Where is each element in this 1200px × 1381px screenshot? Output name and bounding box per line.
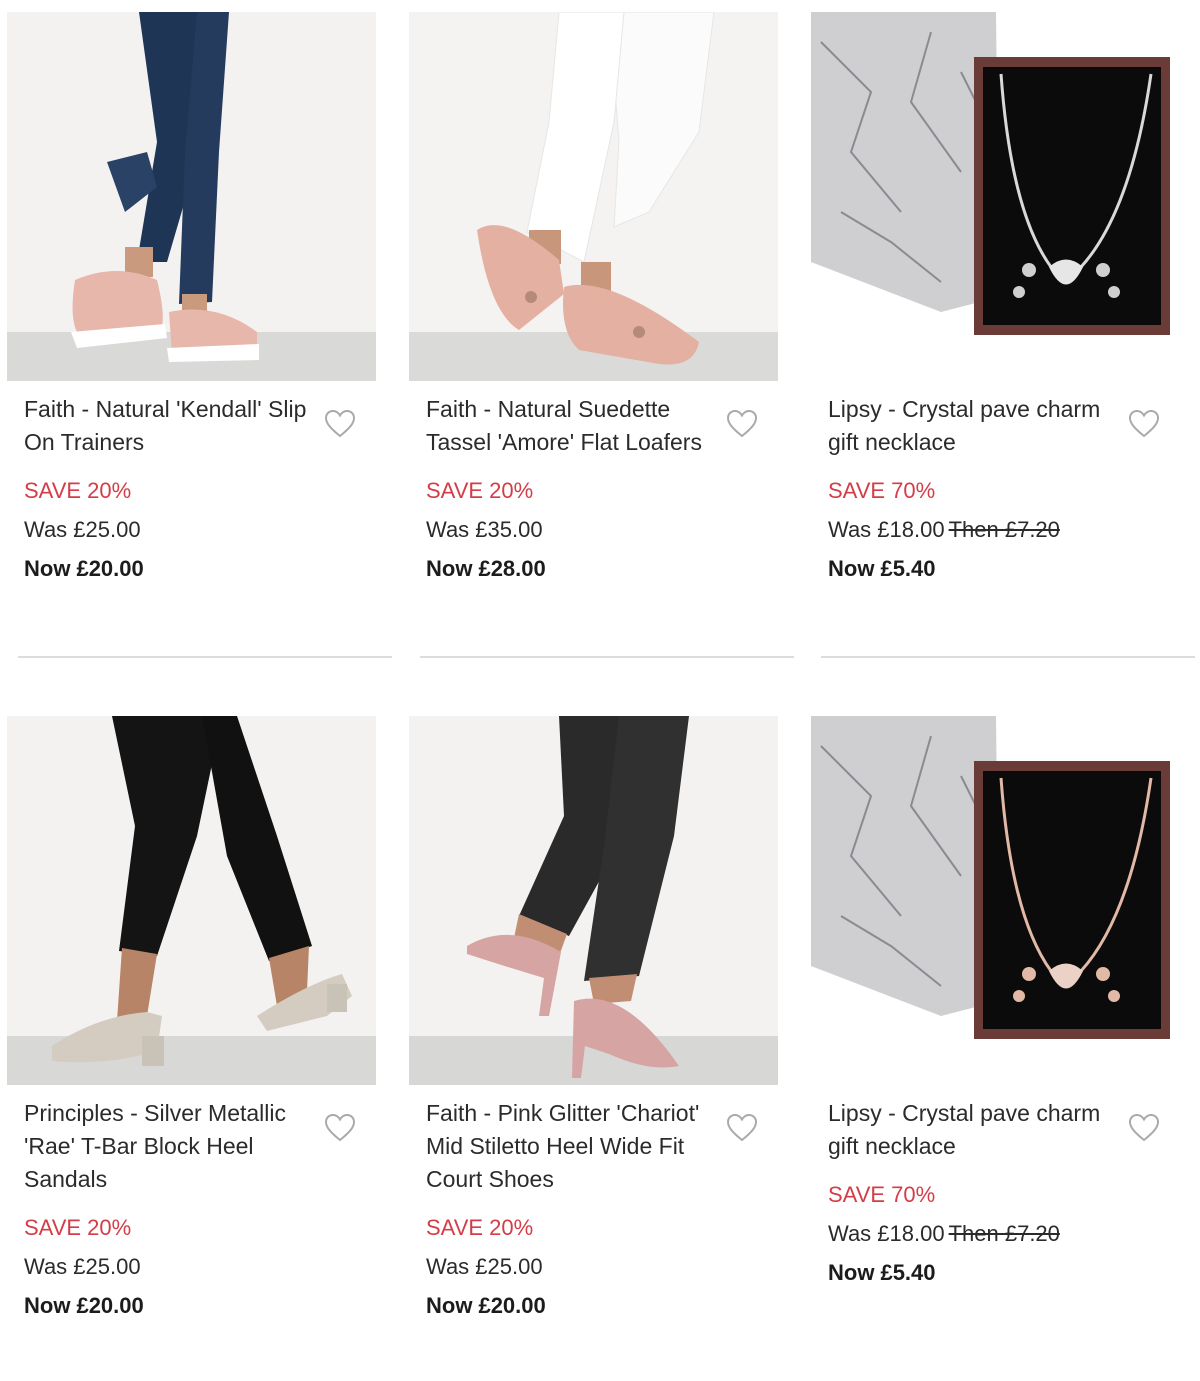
- now-label: Now: [426, 1293, 473, 1318]
- now-price: Now £28.00: [426, 555, 795, 583]
- now-price: Now £5.40: [828, 1259, 1197, 1287]
- product-image[interactable]: [7, 716, 376, 1085]
- product-info: Lipsy - Crystal pave charm gift necklace…: [811, 1097, 1197, 1287]
- was-price-text: Was £25.00: [24, 1254, 141, 1279]
- product-card[interactable]: Lipsy - Crystal pave charm gift necklace…: [811, 12, 1197, 583]
- heart-outline-icon[interactable]: [726, 409, 758, 439]
- product-card[interactable]: Faith - Pink Glitter 'Chariot' Mid Stile…: [409, 716, 795, 1320]
- product-image[interactable]: [409, 716, 778, 1085]
- silver-block-heel-sandals-image: [7, 716, 376, 1085]
- now-price-amount: £5.40: [880, 556, 936, 581]
- row-divider: [821, 656, 1195, 658]
- product-info: Principles - Silver Metallic 'Rae' T-Bar…: [7, 1097, 393, 1320]
- silver-necklace-gift-box-image: [811, 12, 1180, 381]
- product-title[interactable]: Faith - Natural Suedette Tassel 'Amore' …: [426, 393, 711, 459]
- now-price: Now £20.00: [426, 1292, 795, 1320]
- save-badge: SAVE 20%: [24, 478, 132, 503]
- pink-tassel-loafers-image: [409, 12, 778, 381]
- product-info: Faith - Natural Suedette Tassel 'Amore' …: [409, 393, 795, 583]
- now-price: Now £20.00: [24, 555, 393, 583]
- was-price: Was £25.00: [24, 516, 393, 544]
- product-card[interactable]: Principles - Silver Metallic 'Rae' T-Bar…: [7, 716, 393, 1320]
- rose-gold-necklace-gift-box-image: [811, 716, 1180, 1085]
- now-price: Now £5.40: [828, 555, 1197, 583]
- was-price: Was £35.00: [426, 516, 795, 544]
- was-price-text: Was £35.00: [426, 517, 543, 542]
- now-price-amount: £5.40: [880, 1260, 936, 1285]
- product-card[interactable]: Faith - Natural Suedette Tassel 'Amore' …: [409, 12, 795, 583]
- save-badge: SAVE 20%: [426, 1215, 534, 1240]
- product-title[interactable]: Lipsy - Crystal pave charm gift necklace: [828, 1097, 1113, 1163]
- product-title[interactable]: Faith - Pink Glitter 'Chariot' Mid Stile…: [426, 1097, 711, 1196]
- heart-outline-icon[interactable]: [324, 1113, 356, 1143]
- heart-outline-icon[interactable]: [324, 409, 356, 439]
- was-price-text: Was £18.00: [828, 517, 945, 542]
- save-badge: SAVE 20%: [426, 478, 534, 503]
- product-info: Lipsy - Crystal pave charm gift necklace…: [811, 393, 1197, 583]
- product-image[interactable]: [7, 12, 376, 381]
- product-title[interactable]: Principles - Silver Metallic 'Rae' T-Bar…: [24, 1097, 309, 1196]
- was-price: Was £18.00 Then £7.20: [828, 1220, 1197, 1248]
- was-price: Was £25.00: [24, 1253, 393, 1281]
- product-card[interactable]: Lipsy - Crystal pave charm gift necklace…: [811, 716, 1197, 1287]
- pink-slip-on-trainers-image: [7, 12, 376, 381]
- was-price: Was £25.00: [426, 1253, 795, 1281]
- now-price-amount: £20.00: [76, 1293, 144, 1318]
- was-price: Was £18.00 Then £7.20: [828, 516, 1197, 544]
- product-image[interactable]: [811, 716, 1180, 1085]
- now-price-amount: £20.00: [76, 556, 144, 581]
- product-grid: Faith - Natural 'Kendall' Slip On Traine…: [0, 0, 1200, 1381]
- product-info: Faith - Pink Glitter 'Chariot' Mid Stile…: [409, 1097, 795, 1320]
- heart-outline-icon[interactable]: [726, 1113, 758, 1143]
- then-price: Then £7.20: [948, 1221, 1060, 1246]
- now-label: Now: [426, 556, 473, 581]
- now-label: Now: [828, 556, 875, 581]
- pink-glitter-court-shoes-image: [409, 716, 778, 1085]
- now-label: Now: [24, 1293, 71, 1318]
- product-title[interactable]: Faith - Natural 'Kendall' Slip On Traine…: [24, 393, 309, 459]
- row-divider: [18, 656, 392, 658]
- product-card[interactable]: Faith - Natural 'Kendall' Slip On Traine…: [7, 12, 393, 583]
- was-price-text: Was £18.00: [828, 1221, 945, 1246]
- product-title[interactable]: Lipsy - Crystal pave charm gift necklace: [828, 393, 1113, 459]
- save-badge: SAVE 70%: [828, 478, 936, 503]
- now-price: Now £20.00: [24, 1292, 393, 1320]
- product-image[interactable]: [409, 12, 778, 381]
- row-divider: [420, 656, 794, 658]
- product-image[interactable]: [811, 12, 1180, 381]
- save-badge: SAVE 20%: [24, 1215, 132, 1240]
- was-price-text: Was £25.00: [426, 1254, 543, 1279]
- product-info: Faith - Natural 'Kendall' Slip On Traine…: [7, 393, 393, 583]
- was-price-text: Was £25.00: [24, 517, 141, 542]
- now-label: Now: [24, 556, 71, 581]
- now-price-amount: £20.00: [478, 1293, 546, 1318]
- heart-outline-icon[interactable]: [1128, 1113, 1160, 1143]
- now-price-amount: £28.00: [478, 556, 546, 581]
- save-badge: SAVE 70%: [828, 1182, 936, 1207]
- now-label: Now: [828, 1260, 875, 1285]
- then-price: Then £7.20: [948, 517, 1060, 542]
- heart-outline-icon[interactable]: [1128, 409, 1160, 439]
